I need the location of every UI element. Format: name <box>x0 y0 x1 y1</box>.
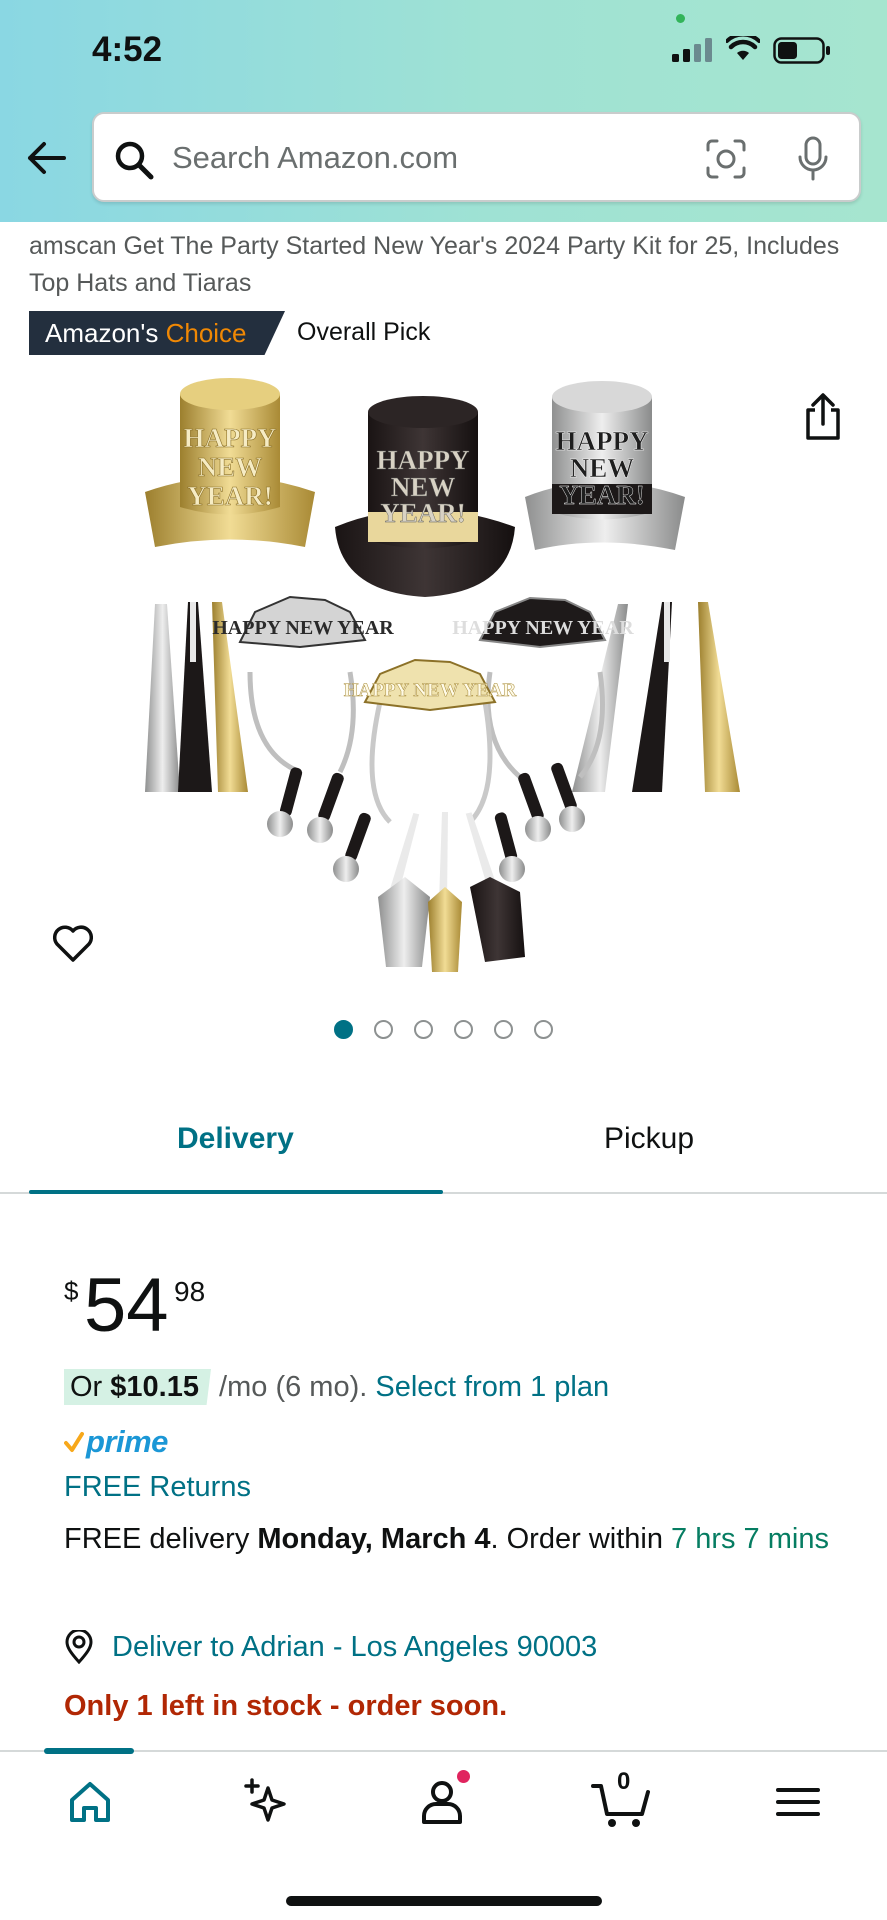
delivery-mid: . Order within <box>490 1523 663 1555</box>
carousel-dot[interactable] <box>454 1020 473 1039</box>
delivery-prefix: FREE delivery <box>64 1523 250 1555</box>
gold-hat-text-2: NEW <box>198 452 263 482</box>
privacy-indicator-dot <box>676 14 685 23</box>
price-fraction: 98 <box>174 1276 206 1307</box>
badge-overall-pick: Overall Pick <box>297 318 431 346</box>
black-hat-text-1: HAPPY <box>377 445 470 475</box>
installment-pill: Or $10.15 <box>64 1369 211 1405</box>
silver-hat-text-3: YEAR! <box>559 480 645 510</box>
silver-hat-text-1: HAPPY <box>556 426 649 456</box>
product-image[interactable]: HAPPY NEW YEAR! HAPPY NEW YEAR! HAPPY NE… <box>140 372 740 982</box>
black-hat-text-3: YEAR! <box>380 498 466 528</box>
app-header: 4:52 Search Amazon.com <box>0 0 887 222</box>
deliver-to-location[interactable]: Deliver to Adrian - Los Angeles 90003 <box>64 1627 597 1667</box>
prime-check-icon <box>64 1432 84 1452</box>
prime-word: prime <box>86 1424 168 1459</box>
free-returns-link[interactable]: FREE Returns <box>64 1471 251 1504</box>
gold-hat-text-3: YEAR! <box>187 481 273 511</box>
silver-top-hat: HAPPY NEW YEAR! <box>525 381 685 550</box>
location-pin-icon <box>65 1630 93 1664</box>
black-tiara-text: HAPPY NEW YEAR <box>452 617 634 639</box>
tab-delivery[interactable]: Delivery <box>177 1122 294 1156</box>
notification-dot <box>455 1768 472 1785</box>
active-tab-underline <box>29 1190 443 1194</box>
stock-warning: Only 1 left in stock - order soon. <box>64 1690 508 1722</box>
carousel-dot[interactable] <box>374 1020 393 1039</box>
delivery-estimate: FREE delivery Monday, March 4. Order wit… <box>64 1518 844 1560</box>
carousel-dot[interactable] <box>534 1020 553 1039</box>
installment-term: /mo (6 mo). <box>219 1371 368 1403</box>
deliver-to-text: Deliver to Adrian - Los Angeles 90003 <box>112 1630 598 1663</box>
installment-or: Or <box>70 1371 103 1403</box>
active-nav-indicator <box>44 1748 134 1754</box>
gold-top-hat: HAPPY NEW YEAR! <box>145 378 315 547</box>
silver-tiara-text: HAPPY NEW YEAR <box>212 617 394 639</box>
cellular-signal-icon <box>672 38 712 62</box>
search-placeholder: Search Amazon.com <box>172 140 459 175</box>
black-top-hat: HAPPY NEW YEAR! <box>335 396 515 597</box>
badge-prefix: Amazon's <box>45 318 159 348</box>
price-symbol: $ <box>64 1276 79 1306</box>
search-input[interactable]: Search Amazon.com <box>92 112 861 202</box>
badge-text: Amazon's Choice <box>45 318 247 349</box>
share-icon[interactable] <box>800 392 846 442</box>
wifi-icon <box>726 36 760 60</box>
camera-lens-icon[interactable] <box>704 137 748 181</box>
menu-icon[interactable] <box>770 1774 826 1830</box>
silver-hat-text-2: NEW <box>570 453 635 483</box>
battery-icon <box>773 37 830 64</box>
cart-count: 0 <box>617 1768 631 1795</box>
installment-amount: $10.15 <box>110 1371 199 1403</box>
image-carousel-dots[interactable] <box>334 1020 553 1042</box>
carousel-dot[interactable] <box>494 1020 513 1039</box>
search-icon <box>115 141 154 180</box>
tab-pickup[interactable]: Pickup <box>604 1122 694 1156</box>
microphone-icon[interactable] <box>796 135 830 183</box>
product-title[interactable]: amscan Get The Party Started New Year's … <box>29 228 869 302</box>
carousel-dot[interactable] <box>414 1020 433 1039</box>
home-icon[interactable] <box>62 1774 118 1830</box>
gold-hat-text-1: HAPPY <box>184 423 277 453</box>
ai-sparkle-icon[interactable] <box>238 1774 294 1830</box>
bottom-navigation: 0 <box>0 1748 887 1920</box>
gold-tiara: HAPPY NEW YEAR <box>344 658 517 824</box>
home-indicator-bar <box>286 1896 602 1906</box>
select-plan-link[interactable]: Select from 1 plan <box>375 1371 609 1403</box>
back-arrow-icon[interactable] <box>24 136 68 180</box>
gold-tiara-text: HAPPY NEW YEAR <box>344 680 517 701</box>
noisemakers <box>267 762 585 882</box>
price-whole: 54 <box>84 1263 169 1348</box>
installment-offer: Or $10.15 /mo (6 mo). Select from 1 plan <box>64 1369 609 1405</box>
badge-choice: Choice <box>165 318 247 348</box>
status-time: 4:52 <box>92 30 163 69</box>
delivery-date: Monday, March 4 <box>257 1523 491 1555</box>
carousel-dot[interactable] <box>334 1020 353 1039</box>
delivery-countdown: 7 hrs 7 mins <box>671 1523 829 1555</box>
prime-logo: prime <box>64 1424 168 1459</box>
wishlist-heart-icon[interactable] <box>50 920 96 966</box>
